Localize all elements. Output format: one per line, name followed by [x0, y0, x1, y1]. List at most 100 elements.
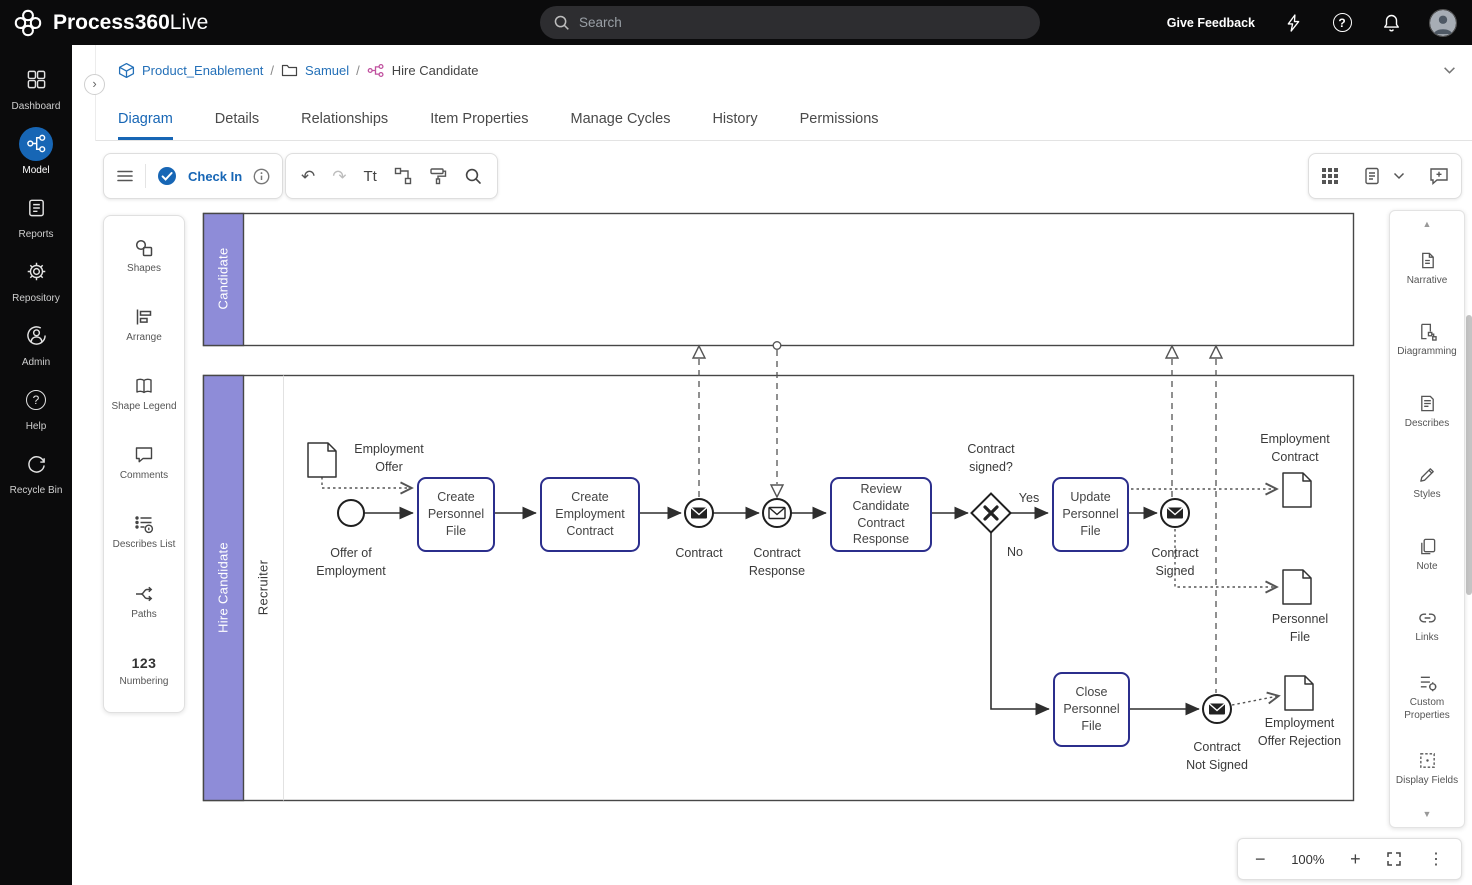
top-bar: Process360Live Give Feedback ? [0, 0, 1472, 45]
panel-scroll-down-icon[interactable]: ▼ [1390, 805, 1464, 823]
data-object-personnel-file[interactable] [1283, 570, 1311, 604]
sidebar-item-reports[interactable]: Reports [0, 183, 72, 247]
connector-icon[interactable] [394, 167, 412, 185]
pool-hire-candidate[interactable] [204, 376, 1354, 801]
tool-comments[interactable]: Comments [104, 429, 184, 498]
sidebar-item-help[interactable]: ? Help [0, 375, 72, 439]
association-to-offer-rejection-doc[interactable] [1232, 696, 1278, 705]
tool-numbering[interactable]: 123 Numbering [104, 637, 184, 706]
sidebar-item-recycle-bin[interactable]: Recycle Bin [0, 439, 72, 503]
user-avatar[interactable] [1429, 9, 1457, 37]
sidebar-item-label: Model [22, 165, 49, 176]
panel-item-diagramming[interactable]: Diagramming [1390, 305, 1464, 377]
task-update-personnel-file[interactable]: Update Personnel File [1052, 477, 1129, 552]
process-model-icon [367, 63, 385, 78]
zoom-in-button[interactable]: + [1350, 850, 1361, 868]
tab-details[interactable]: Details [215, 111, 259, 140]
panel-item-custom-properties[interactable]: Custom Properties [1390, 662, 1464, 734]
start-event-offer-of-employment[interactable] [338, 500, 364, 526]
panel-item-narrative[interactable]: Narrative [1390, 233, 1464, 305]
quick-actions-icon[interactable] [1282, 12, 1304, 34]
breadcrumb-collapse-chevron-icon[interactable] [1443, 66, 1456, 75]
tab-diagram[interactable]: Diagram [118, 111, 173, 140]
tab-relationships[interactable]: Relationships [301, 111, 388, 140]
sidebar-item-repository[interactable]: Repository [0, 247, 72, 311]
help-icon[interactable]: ? [1331, 12, 1353, 34]
zoom-out-button[interactable]: − [1255, 850, 1266, 868]
panel-scroll-up-icon[interactable]: ▲ [1390, 215, 1464, 233]
format-painter-icon[interactable] [429, 167, 447, 185]
global-search[interactable] [540, 6, 1040, 39]
check-in-button[interactable]: Check In [188, 169, 242, 184]
redo-icon[interactable]: ↷ [332, 168, 346, 185]
tab-permissions[interactable]: Permissions [800, 111, 879, 140]
recycle-bin-icon [19, 447, 53, 481]
message-event-contract-not-signed[interactable] [1203, 695, 1231, 723]
grid-view-icon[interactable] [1321, 167, 1339, 185]
expand-panel-button[interactable]: › [84, 74, 105, 95]
sidebar-item-admin[interactable]: Admin [0, 311, 72, 375]
association-employment-offer-to-task[interactable] [322, 477, 411, 488]
label-employment-contract: Employment Contract [1240, 431, 1350, 467]
tab-history[interactable]: History [712, 111, 757, 140]
pool-candidate[interactable] [204, 214, 1354, 346]
message-flow-arrow [1210, 346, 1222, 358]
data-object-employment-offer[interactable] [308, 443, 336, 477]
more-options-kebab-icon[interactable]: ⋮ [1428, 849, 1444, 869]
task-create-employment-contract[interactable]: Create Employment Contract [540, 477, 640, 552]
tool-shapes[interactable]: Shapes [104, 222, 184, 291]
sidebar-item-model[interactable]: Model [0, 119, 72, 183]
label-no: No [1002, 544, 1028, 562]
arrange-icon [134, 307, 154, 327]
give-feedback-button[interactable]: Give Feedback [1167, 16, 1255, 30]
tool-shape-legend[interactable]: Shape Legend [104, 360, 184, 429]
divider [145, 164, 146, 188]
tab-manage-cycles[interactable]: Manage Cycles [571, 111, 671, 140]
fullscreen-icon[interactable] [1386, 851, 1402, 867]
diagram-search-icon[interactable] [464, 167, 482, 185]
model-icon [19, 127, 53, 161]
search-input[interactable] [579, 15, 1027, 30]
panel-item-describes[interactable]: Describes [1390, 376, 1464, 448]
task-create-personnel-file[interactable]: Create Personnel File [417, 477, 495, 552]
styles-pencil-icon [1418, 465, 1437, 484]
panel-item-links[interactable]: Links [1390, 591, 1464, 663]
note-icon [1418, 537, 1437, 556]
app-title: Process360Live [53, 11, 208, 35]
hamburger-menu-icon[interactable] [116, 167, 134, 185]
zoom-controls: − 100% + ⋮ [1237, 838, 1462, 880]
data-object-employment-offer-rejection[interactable] [1285, 676, 1313, 710]
breadcrumb-item-samuel[interactable]: Samuel [305, 63, 349, 78]
undo-icon[interactable]: ↶ [301, 168, 315, 185]
help-circle-icon: ? [19, 383, 53, 417]
tool-arrange[interactable]: Arrange [104, 291, 184, 360]
data-object-employment-contract[interactable] [1283, 473, 1311, 507]
info-icon[interactable] [253, 168, 270, 185]
panel-item-note[interactable]: Note [1390, 519, 1464, 591]
message-event-contract-signed[interactable] [1161, 499, 1189, 527]
label-offer-of-employment: Offer of Employment [296, 545, 406, 581]
add-comment-icon[interactable] [1429, 166, 1449, 186]
admin-icon [19, 319, 53, 353]
panel-item-styles[interactable]: Styles [1390, 448, 1464, 520]
chevron-down-icon[interactable] [1393, 172, 1405, 180]
diagram-canvas[interactable]: Candidate Hire Candidate Recruiter Creat… [72, 141, 1472, 885]
tool-paths[interactable]: Paths [104, 568, 184, 637]
export-document-icon[interactable] [1363, 167, 1381, 185]
message-event-contract[interactable] [685, 499, 713, 527]
panel-item-display-fields[interactable]: Display Fields [1390, 734, 1464, 806]
tab-item-properties[interactable]: Item Properties [430, 111, 528, 140]
vertical-scrollbar[interactable] [1466, 315, 1472, 595]
gateway-contract-signed[interactable] [971, 493, 1010, 532]
diagramming-icon [1418, 322, 1437, 341]
notifications-bell-icon[interactable] [1380, 12, 1402, 34]
breadcrumb-item-product-enablement[interactable]: Product_Enablement [142, 63, 263, 78]
message-event-contract-response[interactable] [763, 499, 791, 527]
tool-describes-list[interactable]: Describes List [104, 499, 184, 568]
shapes-icon [134, 238, 154, 258]
task-review-candidate-contract-response[interactable]: Review Candidate Contract Response [830, 477, 932, 552]
text-format-icon[interactable]: Tt [364, 168, 377, 185]
sidebar-item-label: Dashboard [12, 101, 61, 112]
sidebar-item-dashboard[interactable]: Dashboard [0, 55, 72, 119]
task-close-personnel-file[interactable]: Close Personnel File [1053, 672, 1130, 747]
